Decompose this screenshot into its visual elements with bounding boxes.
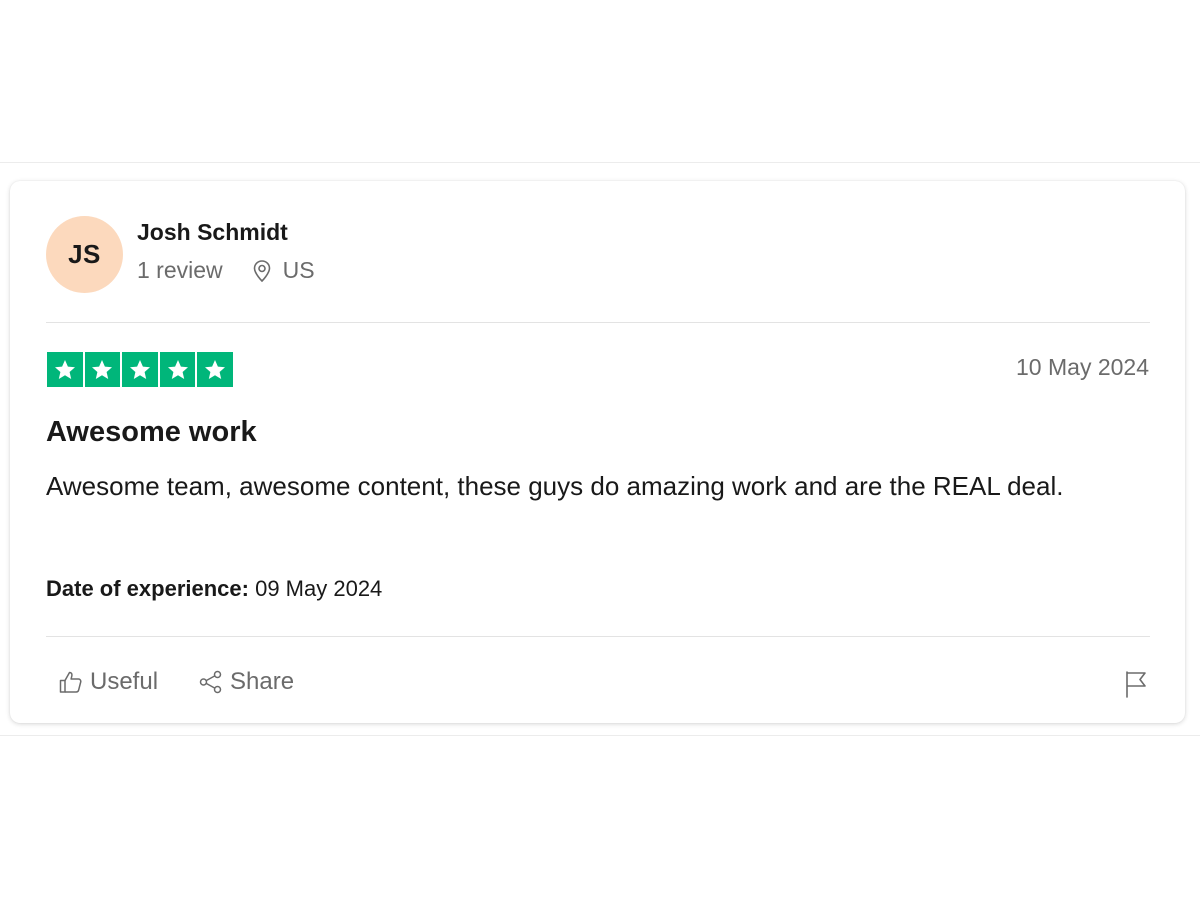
star-rating [47, 352, 233, 387]
useful-label: Useful [90, 668, 159, 695]
reviewer-name[interactable]: Josh Schmidt [137, 219, 288, 246]
star-icon [47, 352, 83, 387]
report-button[interactable] [1123, 669, 1149, 704]
date-of-experience: Date of experience: 09 May 2024 [46, 576, 382, 602]
review-count: 1 review [137, 257, 223, 283]
footer-divider [46, 636, 1150, 637]
useful-button[interactable]: Useful [58, 668, 158, 696]
flag-icon [1126, 671, 1146, 698]
star-icon [122, 352, 158, 387]
location-pin-icon [253, 259, 270, 282]
country-code: US [282, 257, 315, 283]
reviewer-location: US [251, 257, 315, 284]
experience-label: Date of experience: [46, 576, 249, 601]
review-actions: Useful Share [58, 668, 294, 696]
header-divider [46, 322, 1150, 323]
thumbs-up-icon [59, 671, 82, 693]
star-icon [197, 352, 233, 387]
review-date: 10 May 2024 [1016, 354, 1149, 380]
review-body: Awesome team, awesome content, these guy… [46, 471, 1064, 501]
avatar[interactable]: JS [46, 216, 123, 293]
star-icon [159, 352, 196, 387]
avatar-initials: JS [68, 239, 101, 269]
star-icon [84, 352, 121, 387]
share-button[interactable]: Share [198, 668, 294, 696]
review-card: JS Josh Schmidt 1 review US 10 May 2024 … [10, 181, 1185, 723]
share-label: Share [230, 668, 295, 695]
experience-date: 09 May 2024 [255, 576, 383, 601]
share-icon [199, 670, 222, 694]
reviewer-meta: 1 review US [137, 257, 315, 284]
review-title[interactable]: Awesome work [46, 416, 257, 449]
